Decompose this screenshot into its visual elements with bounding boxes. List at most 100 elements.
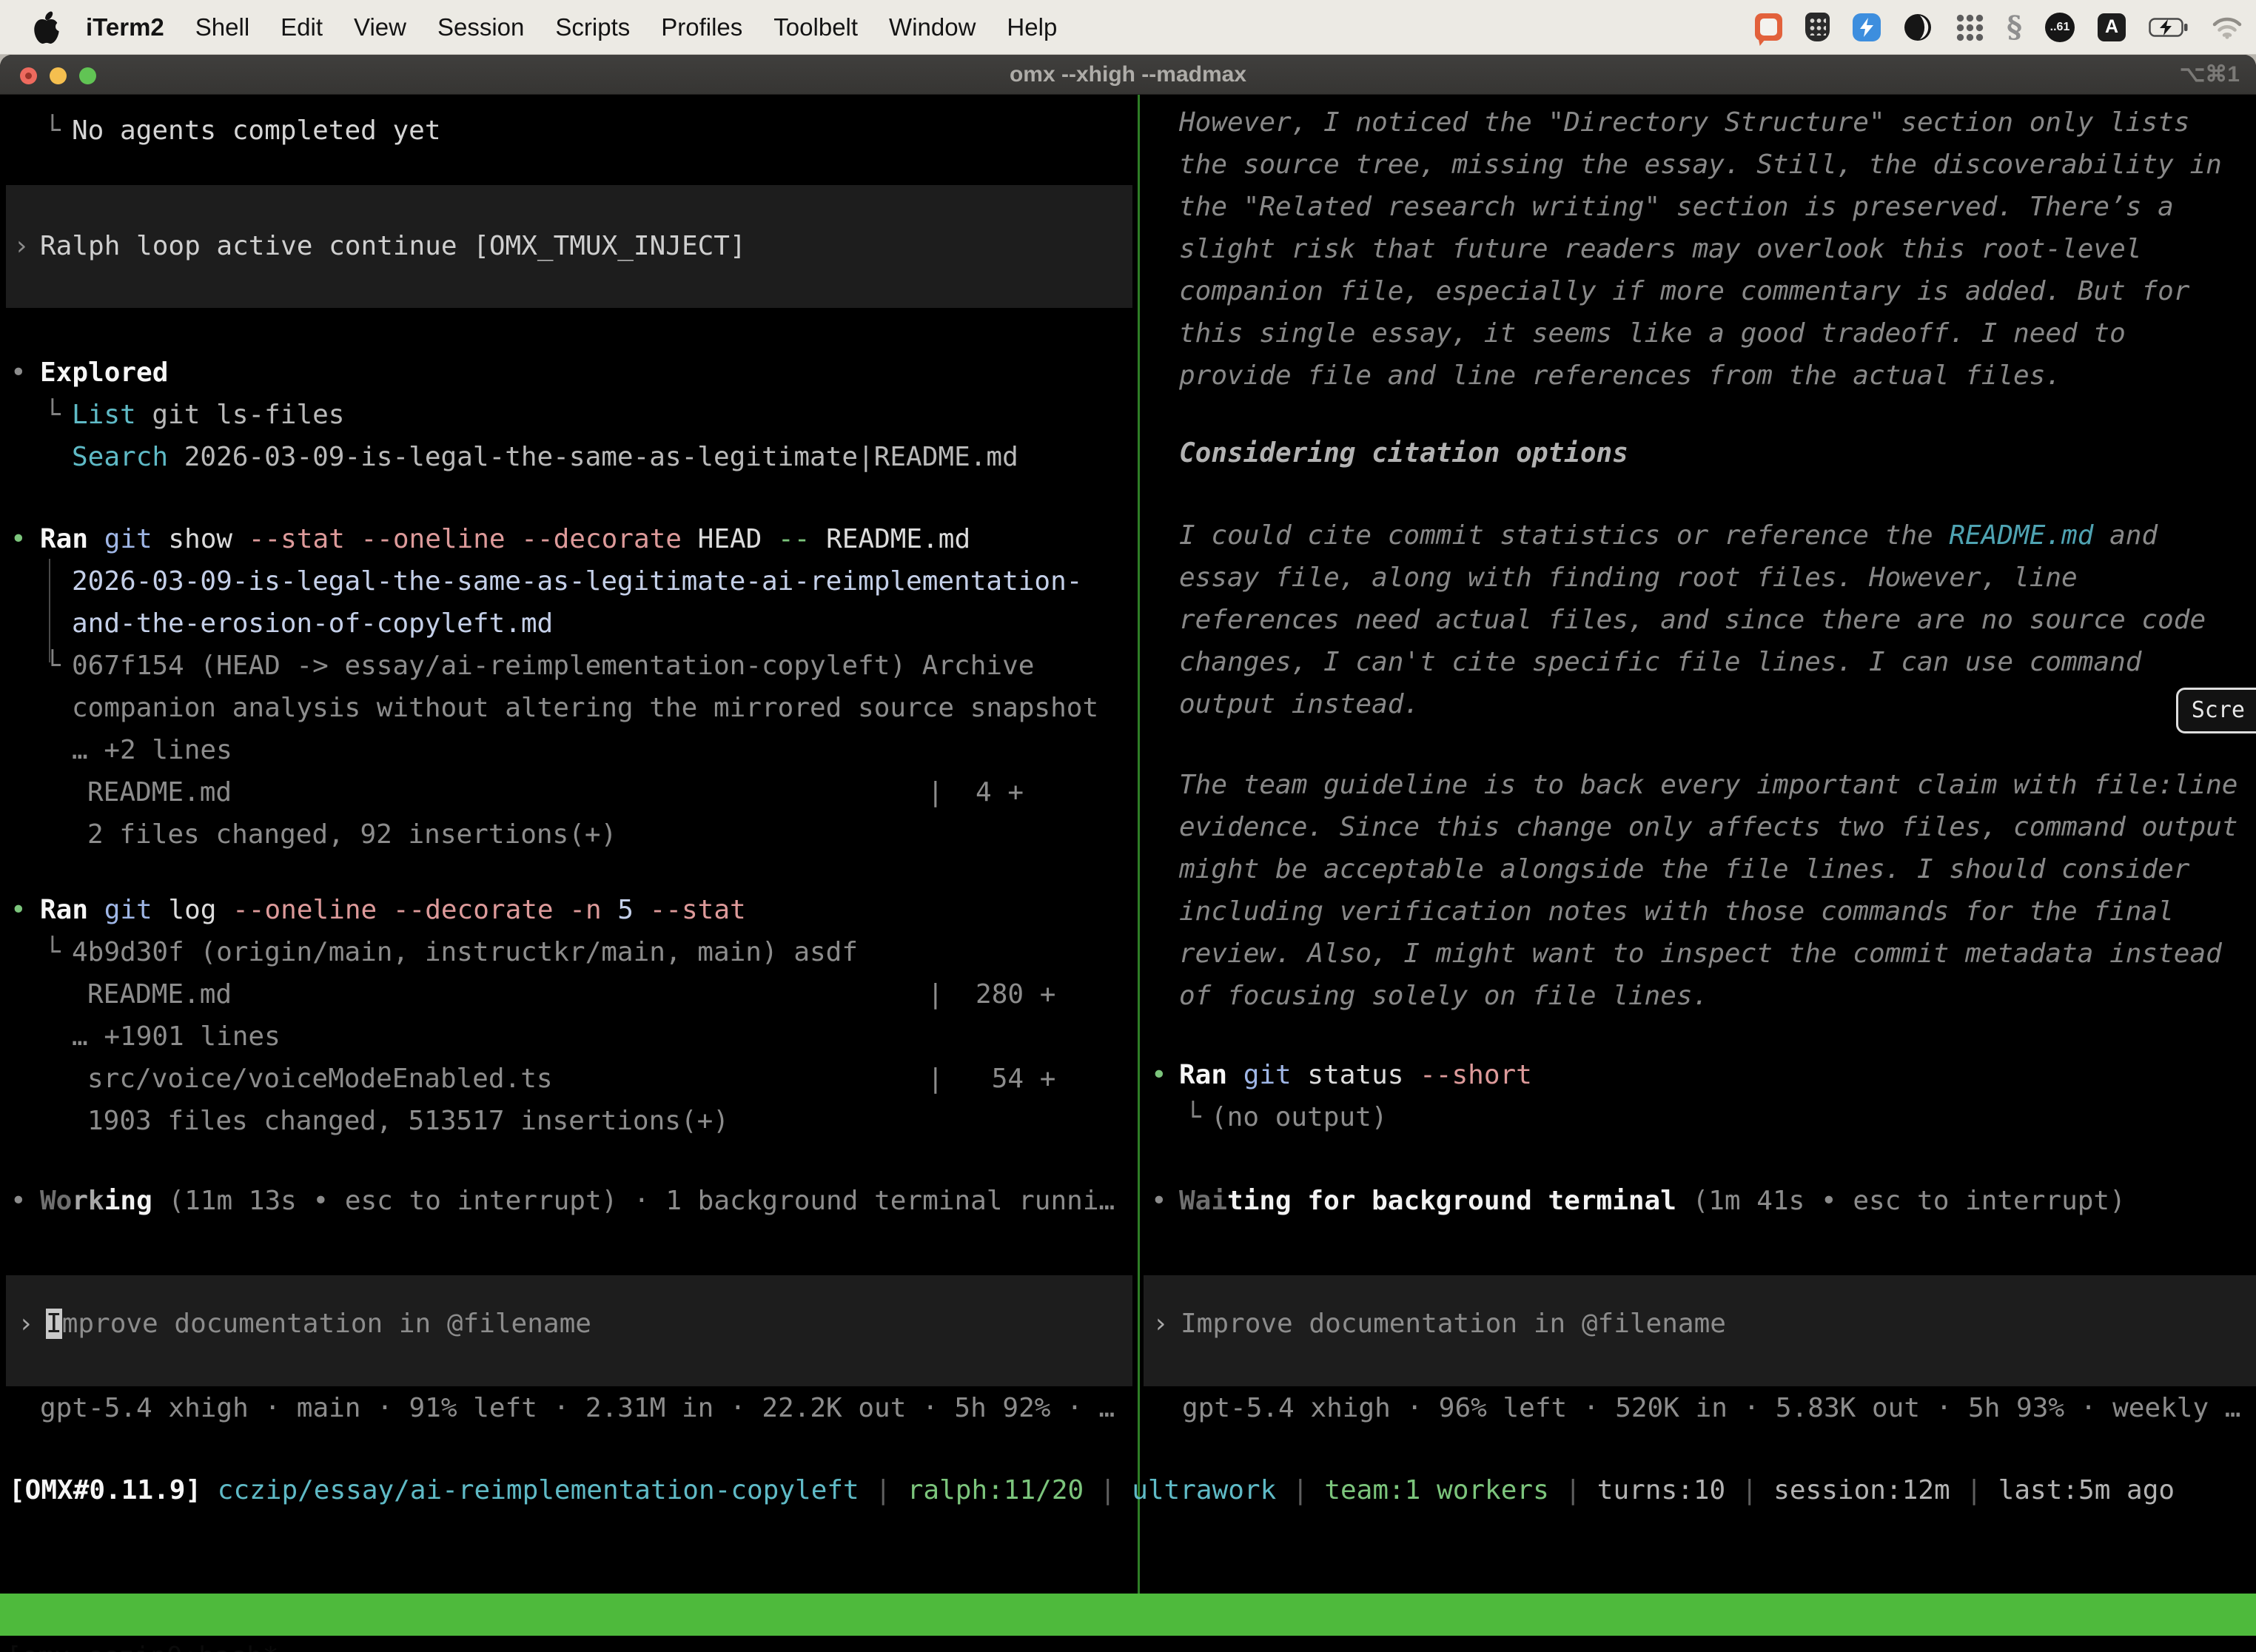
reasoning-paragraph-line: of focusing solely on file lines. <box>1179 975 2256 1017</box>
explored-title: Explored <box>40 352 168 394</box>
screen-edge-tooltip: Scre <box>2176 688 2256 733</box>
menu-item-iterm2[interactable]: iTerm2 <box>86 13 164 41</box>
stat-filename: src/voice/voiceModeEnabled.ts <box>87 1058 553 1100</box>
reasoning-paragraph-line: the "Related research writing" section i… <box>1179 186 2256 228</box>
pane-divider[interactable] <box>1138 95 1140 1594</box>
omx-last-activity: last:5m ago <box>1998 1475 2175 1505</box>
chevron-icon: › <box>13 225 30 267</box>
waiting-status-text: Waiting for background terminal (1m 41s … <box>1179 1180 2126 1222</box>
menu-item-scripts[interactable]: Scripts <box>555 13 630 41</box>
reasoning-paragraph-line: I could cite commit statistics or refere… <box>1179 514 2256 557</box>
reasoning-paragraph-line: changes, I can't cite specific file line… <box>1179 641 2256 683</box>
reasoning-paragraph-line: essay file, along with finding root file… <box>1179 557 2256 599</box>
list-action: List git ls-files <box>72 394 344 436</box>
git-show-filename-line-1: 2026-03-09-is-legal-the-same-as-legitima… <box>72 560 1138 602</box>
git-show-output-line-2: companion analysis without altering the … <box>72 687 1138 729</box>
shield-grid-icon[interactable] <box>1805 13 1830 41</box>
menu-item-view[interactable]: View <box>354 13 406 41</box>
left-prompt-line: › Improve documentation in @filename <box>6 1303 1132 1345</box>
window-title-bar[interactable]: omx --xhigh --madmax ⌥⌘1 <box>0 55 2256 95</box>
git-show-output-line-1: └ 067f154 (HEAD -> essay/ai-reimplementa… <box>0 645 1138 687</box>
apple-menu[interactable] <box>33 10 61 44</box>
tree-elbow-icon: └ <box>1185 1096 1201 1138</box>
git-log-truncation: … +1901 lines <box>72 1015 1138 1058</box>
left-session-status-line: gpt-5.4 xhigh · main · 91% left · 2.31M … <box>40 1387 1138 1429</box>
keyboard-layout-icon[interactable]: A <box>2098 13 2126 41</box>
reasoning-paragraph-line: might be acceptable alongside the file l… <box>1179 848 2256 890</box>
squiggle-key-icon[interactable]: § <box>2007 10 2022 44</box>
readme-link[interactable]: README.md <box>1949 520 2093 551</box>
menu-bar-status-icons: § ..61 A <box>1755 10 2243 44</box>
omx-status-bar: [OMX#0.11.9] cczip/essay/ai-reimplementa… <box>9 1469 2175 1511</box>
wifi-icon[interactable] <box>2212 16 2243 39</box>
git-status-output-line: └ (no output) <box>1141 1096 2256 1138</box>
prompt-text: Improve documentation in @filename <box>1181 1303 1726 1345</box>
iterm-window: omx --xhigh --madmax ⌥⌘1 └ No agents com… <box>0 55 2256 1652</box>
commit-message-text: 067f154 (HEAD -> essay/ai-reimplementati… <box>72 645 1034 687</box>
menu-item-help[interactable]: Help <box>1007 13 1057 41</box>
menu-item-session[interactable]: Session <box>437 13 524 41</box>
reasoning-paragraph-line: provide file and line references from th… <box>1179 355 2256 397</box>
reasoning-paragraph-line: the source tree, missing the essay. Stil… <box>1179 144 2256 186</box>
git-log-output-line: └ 4b9d30f (origin/main, instructkr/main,… <box>0 931 1138 973</box>
prompt-chevron-icon: › <box>1152 1303 1169 1345</box>
left-prompt-input[interactable]: › Improve documentation in @filename <box>6 1275 1132 1386</box>
stat-filename: README.md <box>87 973 232 1015</box>
search-action: Search 2026-03-09-is-legal-the-same-as-l… <box>72 436 1018 478</box>
stat-count: | 280 + <box>927 973 1055 1015</box>
explored-header: • Explored <box>0 352 1138 394</box>
git-show-filename-line-2: and-the-erosion-of-copyleft.md <box>72 602 1138 645</box>
battery-percent-badge-icon[interactable]: ..61 <box>2045 13 2075 42</box>
tmux-status-bar: [omx-cczip0:bash* "MacBook-Pro-44.local"… <box>0 1594 2256 1636</box>
menu-item-toolbelt[interactable]: Toolbelt <box>773 13 858 41</box>
omx-session-time: session:12m <box>1773 1475 1950 1505</box>
git-log-stat-row-2: src/voice/voiceModeEnabled.ts | 54 + <box>0 1058 1138 1100</box>
stat-filename: README.md <box>87 771 232 813</box>
reasoning-paragraph-line: including verification notes with those … <box>1179 890 2256 933</box>
left-terminal-pane[interactable]: └ No agents completed yet › Ralph loop a… <box>0 95 1138 1652</box>
tmux-session-window[interactable]: [omx-cczip0:bash* <box>6 1636 278 1652</box>
bullet-icon: • <box>10 352 27 394</box>
menu-item-edit[interactable]: Edit <box>281 13 323 41</box>
stat-count: | 4 + <box>927 771 1024 813</box>
menu-item-profiles[interactable]: Profiles <box>661 13 742 41</box>
git-show-stat-row: README.md | 4 + <box>0 771 1138 813</box>
ralph-injection-box: › Ralph loop active continue [OMX_TMUX_I… <box>6 185 1132 308</box>
right-prompt-line: › Improve documentation in @filename <box>1144 1303 2256 1345</box>
omx-ralph-counter: ralph:11/20 <box>907 1475 1084 1505</box>
battery-icon[interactable] <box>2149 17 2189 38</box>
window-shortcut-hint: ⌥⌘1 <box>2180 61 2240 87</box>
explored-list-line: └ List git ls-files <box>0 394 1138 436</box>
menu-items: iTerm2 Shell Edit View Session Scripts P… <box>86 13 1057 41</box>
bullet-icon: • <box>1151 1180 1167 1222</box>
omx-version: [OMX#0.11.9] <box>9 1475 218 1505</box>
agents-note-line: └ No agents completed yet <box>0 110 1138 152</box>
menu-item-window[interactable]: Window <box>889 13 976 41</box>
reasoning-paragraph-line: this single essay, it seems like a good … <box>1179 312 2256 355</box>
agents-note-text: No agents completed yet <box>72 110 441 152</box>
dot-grid-icon[interactable] <box>1955 13 1984 41</box>
terminal-content: └ No agents completed yet › Ralph loop a… <box>0 95 2256 1652</box>
ralph-injection-line: › Ralph loop active continue [OMX_TMUX_I… <box>6 225 1132 267</box>
git-show-command: Ran git show --stat --oneline --decorate… <box>40 518 970 560</box>
bullet-icon: • <box>10 1180 27 1222</box>
reasoning-paragraph-line: output instead. <box>1179 683 2256 725</box>
menu-item-shell[interactable]: Shell <box>195 13 249 41</box>
bullet-icon: • <box>1151 1054 1167 1096</box>
no-output-text: (no output) <box>1211 1096 1387 1138</box>
macos-menu-bar: iTerm2 Shell Edit View Session Scripts P… <box>0 0 2256 55</box>
blue-lightning-icon[interactable] <box>1853 13 1881 41</box>
git-show-truncation: … +2 lines <box>72 729 1138 771</box>
tree-elbow-icon: └ <box>44 645 61 687</box>
reasoning-paragraph-line: review. Also, I might want to inspect th… <box>1179 933 2256 975</box>
apple-icon <box>33 10 61 44</box>
git-show-summary: 2 files changed, 92 insertions(+) <box>87 813 1138 856</box>
crescent-circle-icon[interactable] <box>1904 13 1932 41</box>
right-prompt-input[interactable]: › Improve documentation in @filename <box>1144 1275 2256 1386</box>
tree-elbow-icon: └ <box>44 394 61 436</box>
chat-bubble-icon[interactable] <box>1755 13 1782 41</box>
omx-mode: ultrawork <box>1132 1475 1276 1505</box>
commit-message-text: 4b9d30f (origin/main, instructkr/main, m… <box>72 931 858 973</box>
text-cursor: I <box>46 1309 62 1339</box>
right-terminal-pane[interactable]: However, I noticed the "Directory Struct… <box>1141 95 2256 1652</box>
